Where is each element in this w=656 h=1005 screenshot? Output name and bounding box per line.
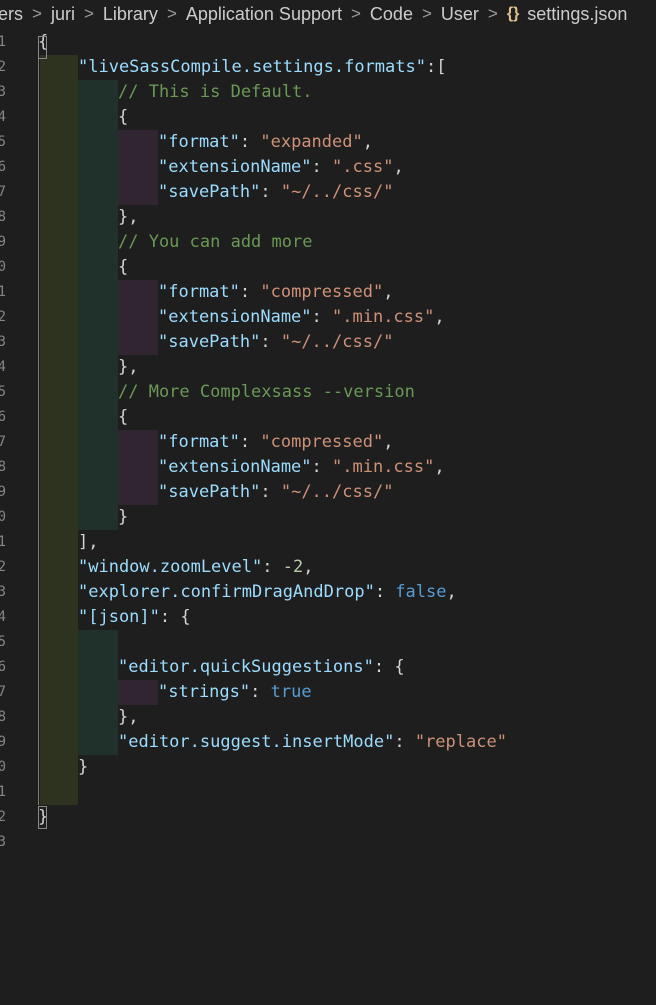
json-key: "extensionName" [158, 307, 312, 327]
code-line-22: "window.zoomLevel": -2, [78, 557, 314, 577]
code-line-7: "savePath": "~/../css/" [158, 182, 394, 202]
code-line-21: ], [78, 530, 98, 555]
json-key: "liveSassCompile.settings.formats" [78, 57, 426, 77]
code-line-19: "savePath": "~/../css/" [158, 482, 394, 502]
json-key: "editor.quickSuggestions" [118, 657, 374, 677]
close-brace: } [118, 507, 129, 527]
open-brace: { [118, 407, 129, 427]
code-line-29: "editor.suggest.insertMode": "replace" [118, 732, 507, 752]
breadcrumb-item-library[interactable]: Library [103, 4, 158, 25]
code-line-20: } [118, 505, 128, 530]
json-key: "window.zoomLevel" [78, 557, 263, 577]
json-key: "savePath" [158, 332, 261, 352]
code-line-17: "format": "compressed", [158, 432, 394, 452]
open-brace: { [118, 257, 129, 277]
code-line-13: "savePath": "~/../css/" [158, 332, 394, 352]
breadcrumb-item-settings-json[interactable]: settings.json [527, 4, 627, 25]
json-string: ".min.css" [332, 457, 435, 477]
punctuation: : { [373, 657, 405, 677]
breadcrumb-separator: > [350, 4, 361, 23]
json-key: "editor.suggest.insertMode" [118, 732, 395, 752]
breadcrumb-item-users[interactable]: ers [0, 4, 23, 25]
json-key: "format" [158, 132, 240, 152]
breadcrumb-separator: > [32, 4, 42, 23]
json-key: "extensionName" [158, 457, 312, 477]
json-string: "~/../css/" [280, 332, 394, 352]
indent-guide-level-3 [118, 280, 158, 355]
close-brace: } [78, 757, 89, 777]
json-boolean: false [395, 582, 447, 602]
json-number: -2 [282, 557, 304, 577]
breadcrumb-separator: > [83, 4, 94, 23]
json-string: ".min.css" [332, 307, 435, 327]
close-bracket: ], [78, 532, 99, 552]
code-content: { "liveSassCompile.settings.formats":[ /… [0, 30, 507, 1005]
json-string: ".css" [332, 157, 394, 177]
json-key: "[json]" [78, 607, 160, 627]
bracket-match-highlight [38, 36, 47, 59]
code-line-23: "explorer.confirmDragAndDrop": false, [78, 582, 457, 602]
json-string: "compressed" [260, 432, 384, 452]
code-line-12: "extensionName": ".min.css", [158, 307, 445, 327]
json-boolean: true [270, 682, 312, 702]
code-line-4: { [118, 105, 128, 130]
breadcrumb-separator: > [487, 4, 498, 23]
json-file-icon: {} [506, 5, 520, 22]
json-key: "extensionName" [158, 157, 312, 177]
code-line-26: "editor.quickSuggestions": { [118, 655, 405, 680]
code-line-24: "[json]": { [78, 605, 191, 630]
json-key: "strings" [158, 682, 251, 702]
code-line-28: }, [118, 705, 138, 730]
close-brace: }, [118, 207, 139, 227]
code-comment: // You can add more [118, 232, 313, 252]
code-line-8: }, [118, 205, 138, 230]
indent-guide-level-3 [118, 130, 158, 205]
code-line-14: }, [118, 355, 138, 380]
json-string: "replace" [414, 732, 507, 752]
breadcrumb-item-application-support[interactable]: Application Support [186, 4, 342, 25]
json-key: "format" [158, 282, 240, 302]
code-line-11: "format": "compressed", [158, 282, 394, 302]
json-key: "explorer.confirmDragAndDrop" [78, 582, 375, 602]
json-string: "compressed" [260, 282, 384, 302]
code-line-15: // More Complexsass --version [118, 380, 415, 405]
code-line-16: { [118, 405, 128, 430]
code-line-3: // This is Default. [118, 80, 312, 105]
json-key: "savePath" [158, 482, 261, 502]
indent-guide-level-2 [78, 630, 118, 755]
code-comment: // More Complexsass --version [118, 382, 415, 402]
indent-guide-level-3 [118, 430, 158, 505]
code-line-30: } [78, 755, 88, 780]
breadcrumb-item-juri[interactable]: juri [51, 4, 75, 25]
bracket-match-highlight [38, 806, 47, 829]
code-comment: // This is Default. [118, 82, 313, 102]
breadcrumb-item-user[interactable]: User [441, 4, 479, 25]
indent-guide-level-2 [78, 80, 118, 530]
code-line-2: "liveSassCompile.settings.formats":[ [78, 55, 446, 80]
indent-guide-level-1 [40, 55, 78, 805]
code-editor[interactable]: 123456789012345678901234567890123 { "liv… [0, 30, 656, 850]
breadcrumb-item-code[interactable]: Code [370, 4, 413, 25]
code-line-9: // You can add more [118, 230, 312, 255]
punctuation: :[ [426, 57, 447, 77]
close-brace: }, [118, 357, 139, 377]
json-string: "expanded" [260, 132, 363, 152]
code-line-5: "format": "expanded", [158, 132, 373, 152]
json-string: "~/../css/" [280, 182, 394, 202]
code-line-18: "extensionName": ".min.css", [158, 457, 445, 477]
json-key: "savePath" [158, 182, 261, 202]
open-brace: { [118, 107, 129, 127]
breadcrumb-separator: > [421, 4, 432, 23]
close-brace: }, [118, 707, 139, 727]
breadcrumb-separator: > [166, 4, 177, 23]
code-line-27: "strings": true [158, 682, 312, 702]
code-line-10: { [118, 255, 128, 280]
json-string: "~/../css/" [280, 482, 394, 502]
breadcrumb: ers > juri > Library > Application Suppo… [0, 0, 656, 28]
code-line-6: "extensionName": ".css", [158, 157, 404, 177]
punctuation: : { [159, 607, 191, 627]
json-key: "format" [158, 432, 240, 452]
indent-guide-level-3 [118, 680, 158, 705]
